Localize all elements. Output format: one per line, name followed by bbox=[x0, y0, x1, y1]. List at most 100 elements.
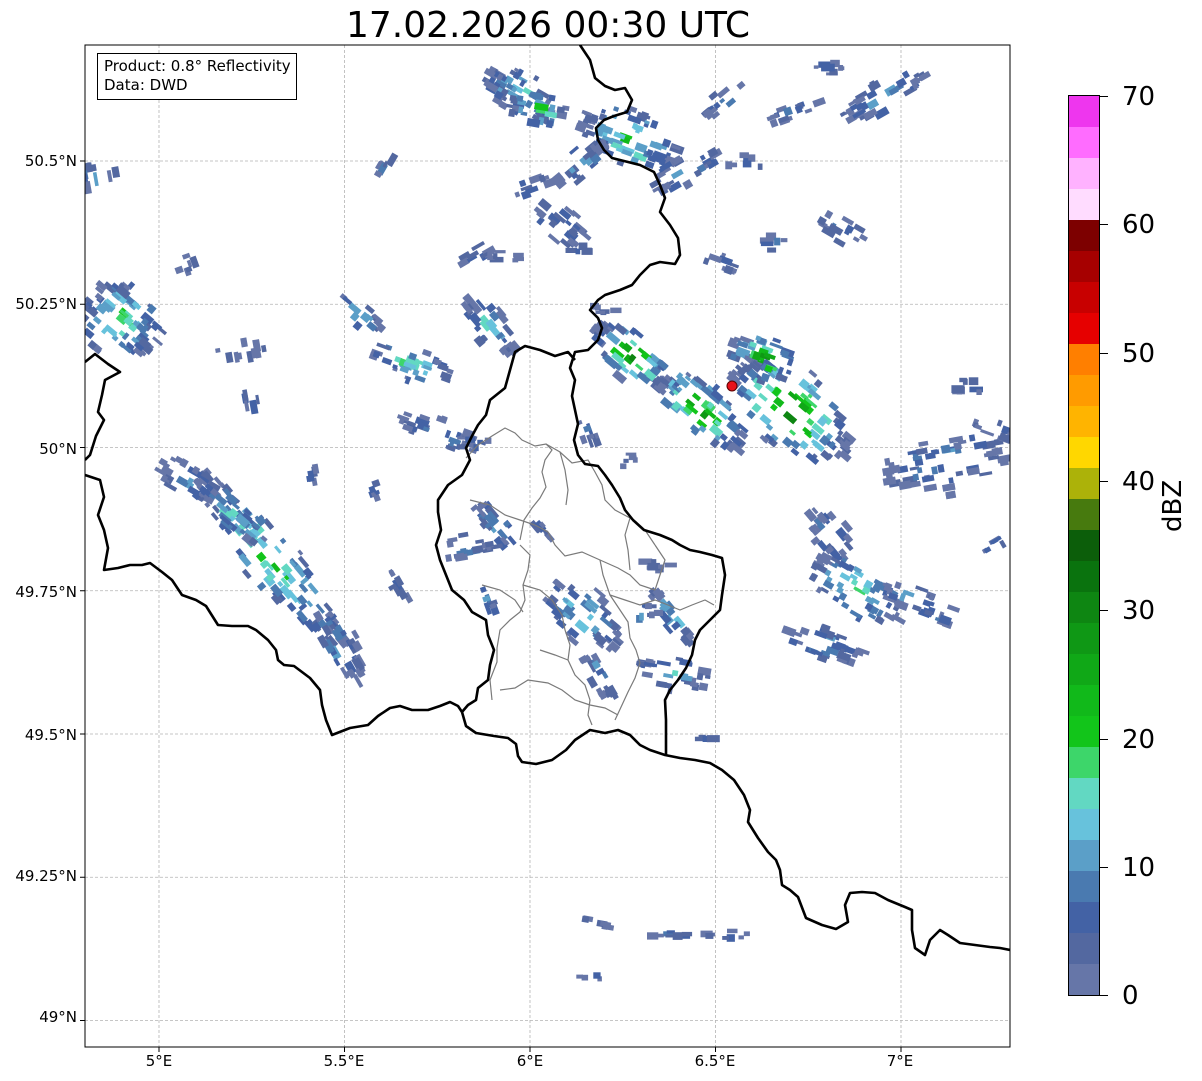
colorbar-label: 70 bbox=[1122, 82, 1156, 112]
data-source-label: Data: DWD bbox=[104, 76, 188, 94]
echo-pixel bbox=[681, 931, 693, 937]
echo-pixel bbox=[940, 444, 951, 454]
echo-pixel bbox=[565, 247, 577, 253]
colorbar-segment bbox=[1069, 964, 1099, 995]
colorbar-title: dBZ bbox=[1158, 479, 1188, 532]
colorbar-segment bbox=[1069, 561, 1099, 592]
echo-pixel bbox=[999, 457, 1009, 467]
colorbar-segment bbox=[1069, 158, 1099, 189]
lon-label: 6°E bbox=[516, 1052, 544, 1070]
colorbar-segment bbox=[1069, 933, 1099, 964]
lat-label: 49.25°N bbox=[15, 867, 77, 885]
lat-label: 49.75°N bbox=[15, 583, 77, 601]
echo-pixel bbox=[976, 389, 982, 395]
echo-pixel bbox=[968, 377, 979, 386]
echo-pixel bbox=[729, 163, 738, 168]
colorbar-segment bbox=[1069, 747, 1099, 778]
colorbar-segment bbox=[1069, 375, 1099, 406]
echo-pixel bbox=[739, 152, 749, 159]
echo-pixel bbox=[743, 931, 750, 937]
colorbar-segment bbox=[1069, 685, 1099, 716]
colorbar-segment bbox=[1069, 282, 1099, 313]
echo-pixel bbox=[620, 463, 627, 470]
echo-pixel bbox=[665, 934, 676, 938]
colorbar-segment bbox=[1069, 871, 1099, 902]
echo-pixel bbox=[691, 677, 697, 684]
echo-pixel bbox=[495, 250, 506, 254]
colorbar-segment bbox=[1069, 437, 1099, 468]
colorbar-segment bbox=[1069, 809, 1099, 840]
echo-pixel bbox=[813, 65, 819, 69]
echo-pixel bbox=[698, 682, 709, 692]
lon-label: 6.5°E bbox=[694, 1052, 736, 1070]
echo-pixel bbox=[705, 933, 714, 939]
echo-pixel bbox=[839, 66, 845, 71]
lat-label: 50.5°N bbox=[24, 152, 77, 170]
echo-pixel bbox=[651, 933, 664, 938]
echo-pixel bbox=[215, 347, 221, 353]
echo-pixel bbox=[968, 434, 976, 442]
echo-pixel bbox=[774, 237, 781, 246]
echo-pixel bbox=[70, 170, 78, 182]
echo-pixel bbox=[487, 250, 493, 258]
colorbar-segment bbox=[1069, 96, 1099, 127]
echo-pixel bbox=[767, 247, 777, 253]
colorbar-segment bbox=[1069, 592, 1099, 623]
colorbar-segment bbox=[1069, 499, 1099, 530]
lat-label: 50.25°N bbox=[15, 295, 77, 313]
echo-pixel bbox=[706, 735, 720, 743]
echo-pixel bbox=[760, 241, 774, 247]
echo-pixel bbox=[623, 458, 629, 463]
echo-pixel bbox=[664, 562, 677, 568]
echo-pixel bbox=[951, 385, 965, 394]
colorbar-label: 30 bbox=[1122, 596, 1156, 626]
colorbar-segment bbox=[1069, 902, 1099, 933]
colorbar-segment bbox=[1069, 220, 1099, 251]
echo-pixel bbox=[610, 307, 622, 314]
product-label: Product: 0.8° Reflectivity bbox=[104, 57, 291, 75]
echo-pixel bbox=[306, 474, 315, 483]
echo-pixel bbox=[645, 602, 652, 610]
colorbar-segment bbox=[1069, 716, 1099, 747]
echo-pixel bbox=[548, 94, 556, 102]
colorbar-segment bbox=[1069, 313, 1099, 344]
echo-pixel bbox=[959, 377, 967, 383]
echo-pixel bbox=[727, 928, 738, 934]
echo-pixel bbox=[581, 915, 590, 924]
echo-pixel bbox=[575, 248, 581, 255]
echo-pixel bbox=[821, 63, 835, 72]
lon-label: 7°E bbox=[886, 1052, 914, 1070]
colorbar-segment bbox=[1069, 530, 1099, 561]
radar-site-marker bbox=[726, 380, 738, 392]
echo-pixel bbox=[912, 473, 920, 481]
echo-pixel bbox=[581, 248, 593, 255]
echo-pixel bbox=[493, 253, 498, 260]
echo-pixel bbox=[780, 238, 788, 243]
echo-pixel bbox=[508, 108, 516, 118]
colorbar-label: 50 bbox=[1122, 339, 1156, 369]
lat-label: 49°N bbox=[39, 1008, 77, 1026]
colorbar-label: 0 bbox=[1122, 981, 1139, 1011]
colorbar-segment bbox=[1069, 468, 1099, 499]
colorbar-segment bbox=[1069, 189, 1099, 220]
echo-pixel bbox=[651, 559, 657, 566]
echo-pixel bbox=[916, 467, 923, 474]
echo-pixel bbox=[696, 672, 704, 681]
echo-pixel bbox=[593, 972, 601, 979]
colorbar-segment bbox=[1069, 406, 1099, 437]
product-info-box: Product: 0.8° Reflectivity Data: DWD bbox=[97, 53, 297, 100]
colorbar-label: 20 bbox=[1122, 725, 1156, 755]
echo-pixel bbox=[545, 119, 554, 129]
echo-pixel bbox=[581, 974, 589, 981]
colorbar-segment bbox=[1069, 251, 1099, 282]
lat-label: 49.5°N bbox=[24, 726, 77, 744]
echo-pixel bbox=[722, 936, 729, 940]
echo-pixel bbox=[512, 258, 519, 263]
colorbar-label: 10 bbox=[1122, 853, 1156, 883]
colorbar-label: 40 bbox=[1122, 467, 1156, 497]
echo-pixel bbox=[445, 553, 453, 562]
echo-pixel bbox=[595, 310, 606, 314]
echo-pixel bbox=[671, 669, 679, 677]
echo-pixel bbox=[639, 612, 644, 621]
echo-pixel bbox=[653, 609, 663, 616]
